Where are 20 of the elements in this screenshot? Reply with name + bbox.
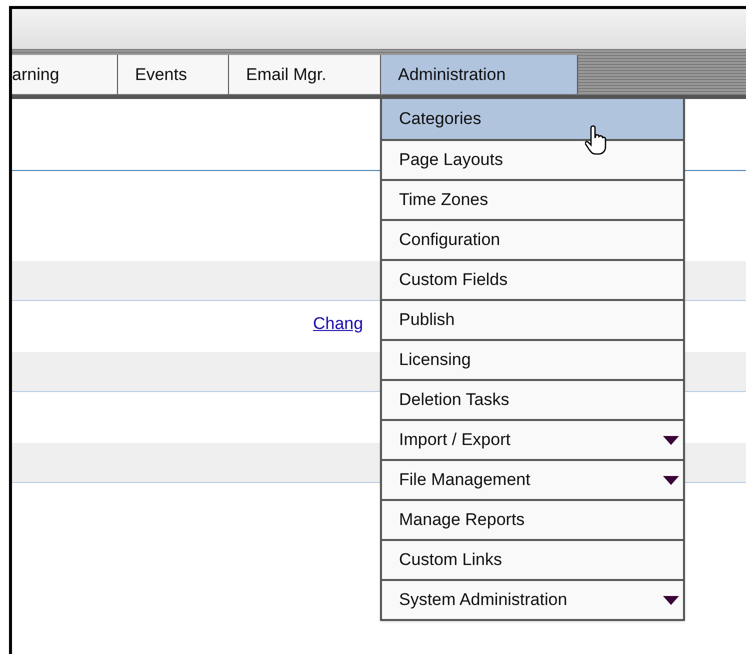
- menu-item[interactable]: Deletion Tasks: [382, 379, 683, 419]
- menu-item[interactable]: Time Zones: [382, 179, 683, 219]
- menu-item[interactable]: Configuration: [382, 219, 683, 259]
- menu-item[interactable]: Custom Fields: [382, 259, 683, 299]
- menu-item[interactable]: Publish: [382, 299, 683, 339]
- nav-tab[interactable]: Administration: [381, 55, 578, 94]
- menu-item[interactable]: System Administration: [382, 579, 683, 619]
- menu-item[interactable]: Categories: [382, 99, 683, 139]
- menu-item[interactable]: File Management: [382, 459, 683, 499]
- menu-item[interactable]: Page Layouts: [382, 139, 683, 179]
- caret-icon: [663, 596, 679, 604]
- nav-tab[interactable]: Events: [118, 55, 229, 94]
- menu-item[interactable]: Licensing: [382, 339, 683, 379]
- caret-icon: [663, 476, 679, 484]
- nav-tab[interactable]: arning: [12, 55, 118, 94]
- menu-item[interactable]: Manage Reports: [382, 499, 683, 539]
- nav-tab[interactable]: Email Mgr.: [229, 55, 381, 94]
- change-link[interactable]: Chang: [313, 314, 364, 333]
- menu-item[interactable]: Custom Links: [382, 539, 683, 579]
- menu-item[interactable]: Import / Export: [382, 419, 683, 459]
